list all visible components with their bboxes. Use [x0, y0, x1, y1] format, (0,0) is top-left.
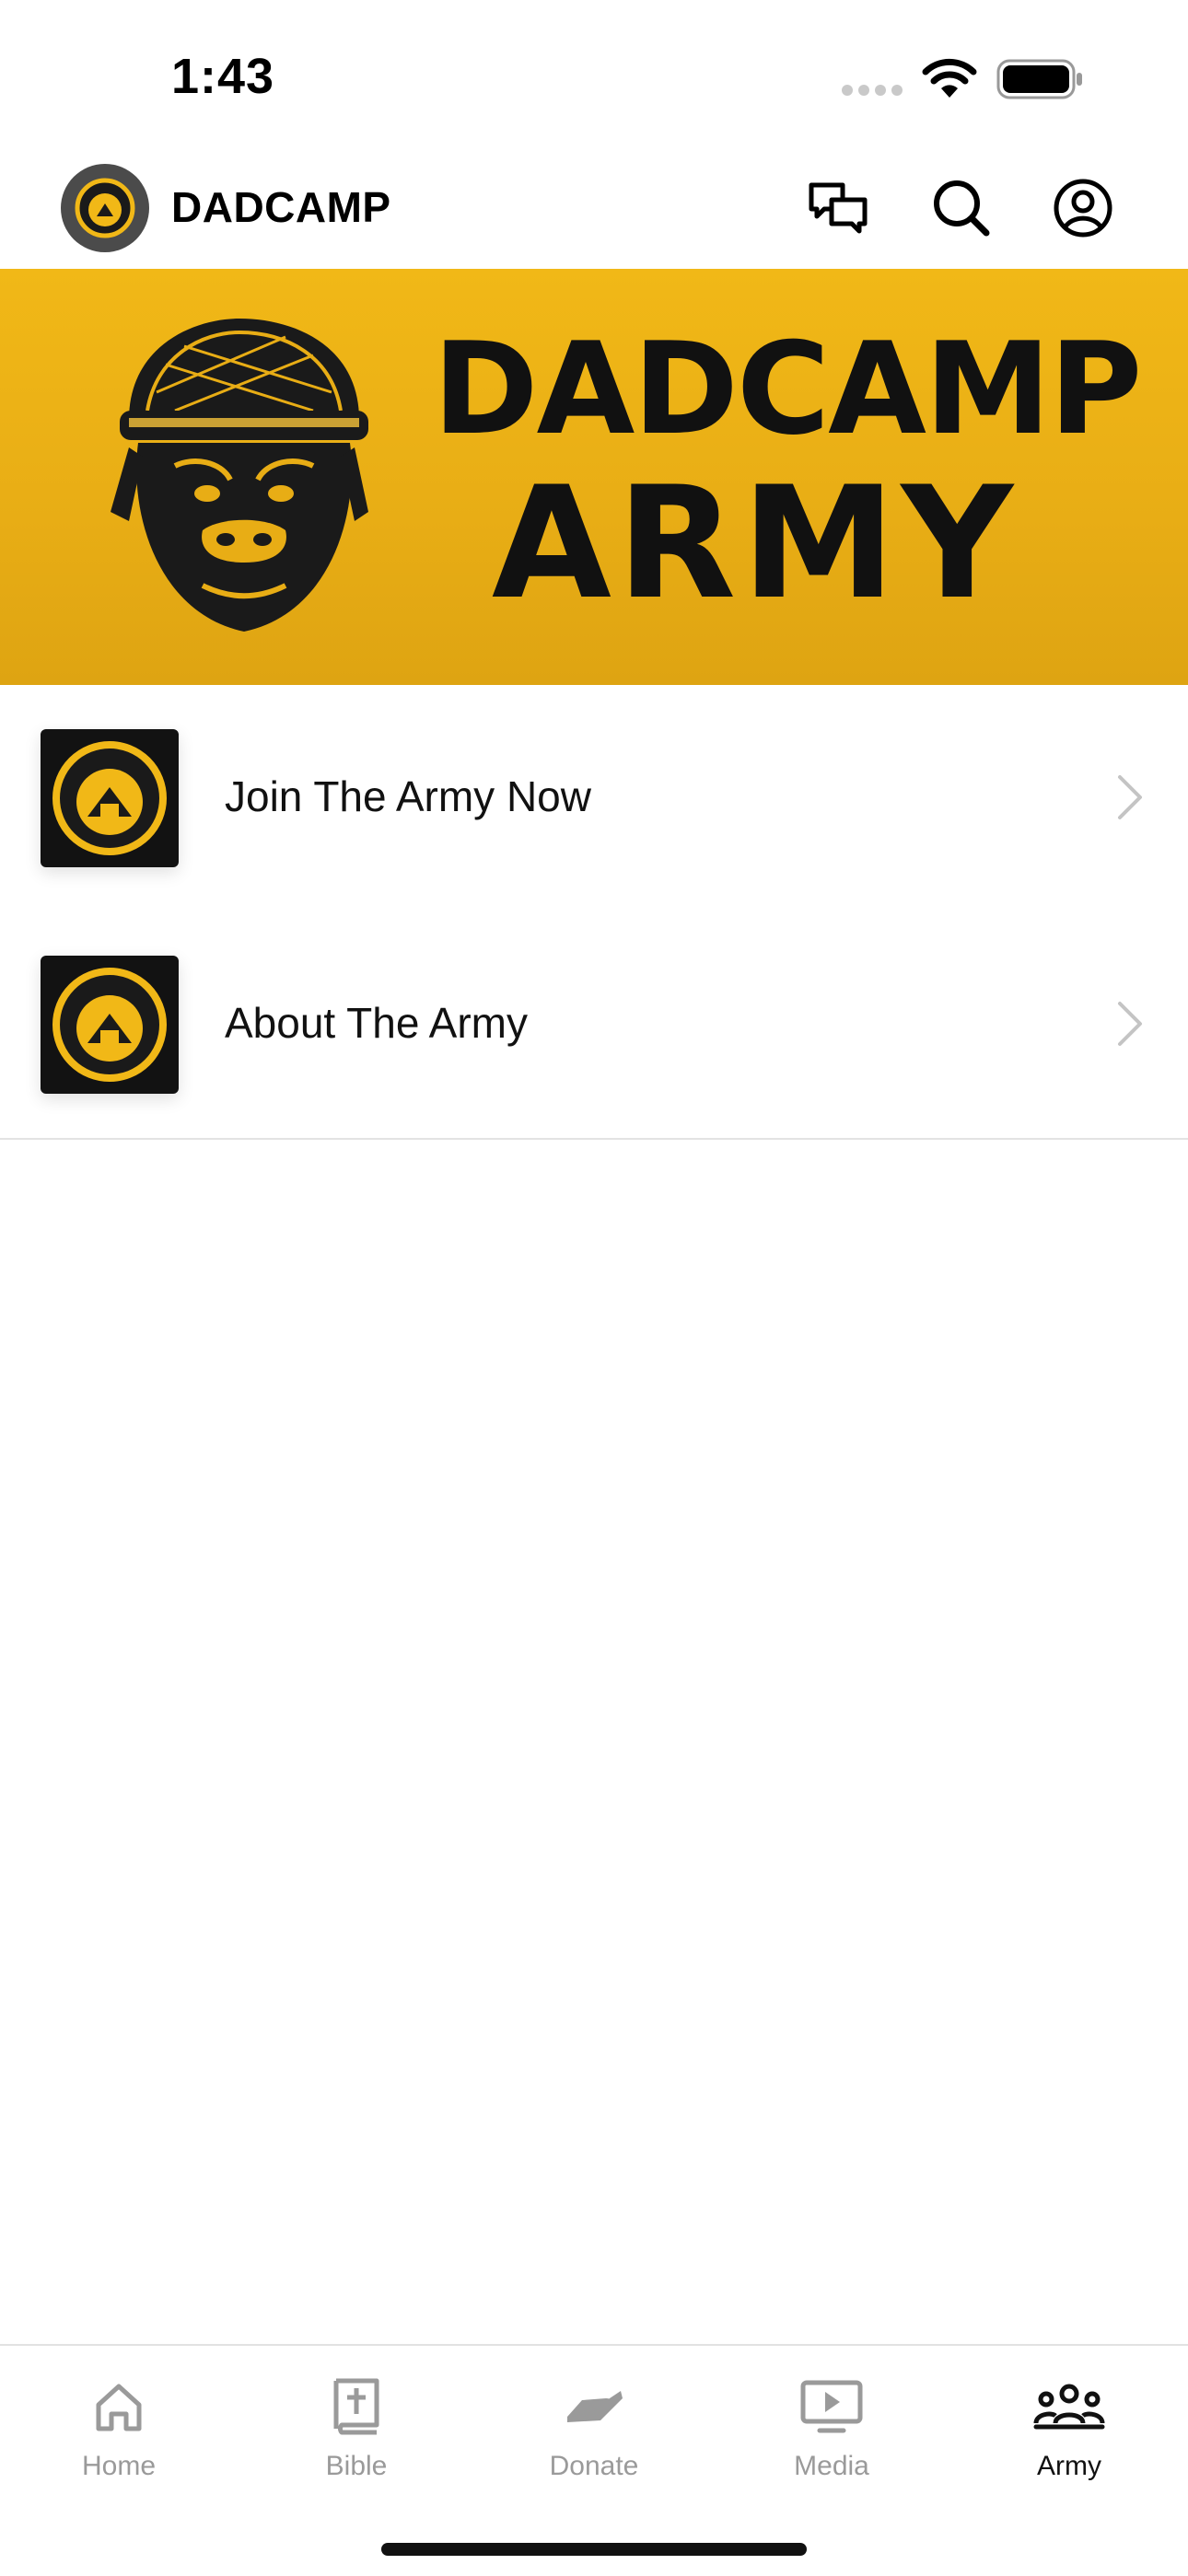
army-banner: DADCAMP ARMY [0, 269, 1188, 685]
list-item-label: About The Army [225, 999, 528, 1047]
chevron-right-icon [1118, 775, 1142, 819]
profile-icon [1054, 179, 1112, 238]
dadcamp-badge-icon [52, 968, 167, 1082]
cellular-signal-icon [842, 85, 903, 96]
tab-donate[interactable]: Donate [475, 2346, 713, 2493]
search-icon [934, 180, 990, 237]
tab-label: Media [794, 2451, 869, 2481]
battery-icon [996, 59, 1082, 99]
banner-title: DADCAMP ARMY [433, 315, 1142, 633]
gorilla-soldier-illustration [111, 319, 368, 632]
chat-button[interactable] [805, 175, 871, 241]
donate-icon [567, 2391, 623, 2422]
brand-logo[interactable] [61, 164, 149, 252]
app-header: DADCAMP [0, 147, 1188, 269]
status-bar: 1:43 [0, 0, 1188, 147]
tab-home[interactable]: Home [0, 2346, 238, 2493]
home-indicator[interactable] [381, 2543, 807, 2556]
list-item-label: Join The Army Now [225, 772, 591, 820]
tab-label: Donate [549, 2451, 639, 2481]
tab-army[interactable]: Army [950, 2346, 1188, 2493]
dadcamp-badge-icon [52, 741, 167, 855]
dadcamp-thumbnail [41, 956, 179, 1094]
brand-name: DADCAMP [171, 183, 391, 231]
profile-button[interactable] [1050, 175, 1116, 241]
status-time: 1:43 [171, 49, 275, 104]
search-button[interactable] [928, 175, 995, 241]
tab-bar: Home Bible Donate Media Army [0, 2344, 1188, 2576]
wifi-icon [922, 58, 977, 98]
dadcamp-thumbnail [41, 729, 179, 867]
tab-label: Bible [325, 2451, 388, 2481]
tab-media[interactable]: Media [713, 2346, 950, 2493]
tab-label: Army [1037, 2451, 1101, 2481]
list-item-join-army[interactable]: Join The Army Now [0, 685, 1188, 913]
chat-icon [809, 182, 868, 234]
tab-label: Home [81, 2451, 157, 2481]
army-icon [1033, 2384, 1105, 2430]
list-item-about-army[interactable]: About The Army [0, 911, 1188, 1140]
banner-title-line2: ARMY [491, 453, 1019, 633]
chevron-right-icon [1118, 1002, 1142, 1046]
dadcamp-logo-icon [75, 178, 135, 238]
home-icon [96, 2384, 142, 2431]
banner-title-line1: DADCAMP [433, 315, 1142, 463]
tab-bible[interactable]: Bible [238, 2346, 475, 2493]
media-icon [800, 2380, 863, 2433]
bible-icon [333, 2378, 379, 2435]
